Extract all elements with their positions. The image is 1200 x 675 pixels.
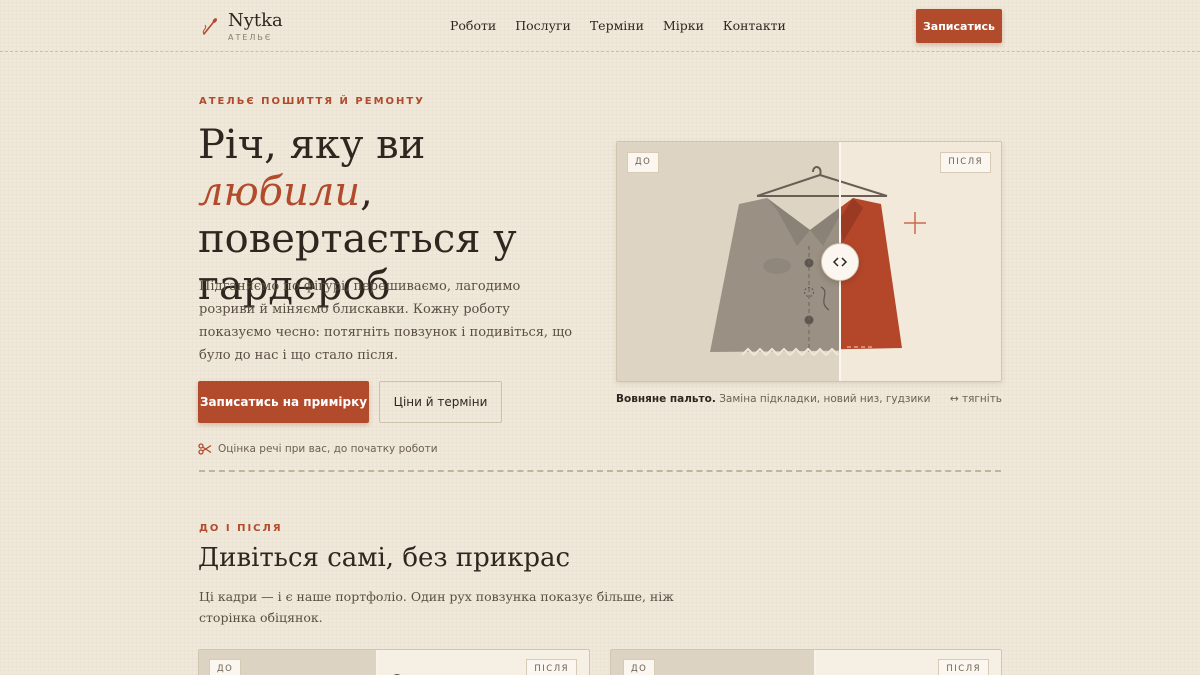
dashed-divider bbox=[199, 470, 1001, 472]
main-nav: Роботи Послуги Терміни Мірки Контакти bbox=[450, 18, 786, 33]
book-fitting-button[interactable]: Записатись на примірку bbox=[198, 381, 369, 423]
prices-terms-button[interactable]: Ціни й терміни bbox=[379, 381, 502, 423]
portfolio-card-1[interactable]: ДО ПІСЛЯ bbox=[198, 649, 590, 675]
site-header: Nytka АТЕЛЬЄ Роботи Послуги Терміни Мірк… bbox=[0, 0, 1200, 52]
coat-illustration bbox=[617, 142, 1001, 381]
before-label: ДО bbox=[627, 152, 660, 173]
section-description: Ці кадри — і є наше портфоліо. Один рух … bbox=[199, 589, 674, 625]
after-label: ПІСЛЯ bbox=[526, 659, 577, 675]
split-line bbox=[814, 650, 816, 675]
needle-thread-icon bbox=[202, 18, 217, 35]
nav-link-measurements[interactable]: Мірки bbox=[663, 18, 704, 33]
header-book-button[interactable]: Записатись bbox=[916, 9, 1002, 43]
logo-subtitle: АТЕЛЬЄ bbox=[228, 33, 273, 42]
hero-title-accent: любили bbox=[198, 169, 361, 215]
after-label: ПІСЛЯ bbox=[940, 152, 991, 173]
logo[interactable]: Nytka АТЕЛЬЄ bbox=[200, 11, 283, 42]
assessment-hint: Оцінка речі при вас, до початку роботи bbox=[198, 443, 438, 455]
hero-eyebrow: АТЕЛЬЄ ПОШИТТЯ Й РЕМОНТУ bbox=[199, 96, 425, 107]
split-line bbox=[376, 650, 378, 675]
caption-details: Заміна підкладки, новий низ, гудзики bbox=[715, 393, 931, 405]
before-after-slider[interactable]: ДО ПІСЛЯ bbox=[616, 141, 1002, 382]
compare-caption: Вовняне пальто. Заміна підкладки, новий … bbox=[616, 393, 1002, 405]
slider-handle[interactable] bbox=[821, 243, 859, 281]
chevrons-left-right-icon bbox=[832, 257, 848, 267]
nav-link-contacts[interactable]: Контакти bbox=[723, 18, 786, 33]
logo-name: Nytka bbox=[228, 10, 283, 31]
before-label: ДО bbox=[209, 659, 242, 675]
caption-text: Вовняне пальто. Заміна підкладки, новий … bbox=[616, 393, 930, 405]
caption-item: Вовняне пальто. bbox=[616, 393, 716, 405]
hero-description: Підганяємо по фігурі, перешиваємо, лагод… bbox=[199, 279, 573, 363]
drag-hint: ↔ тягніть bbox=[949, 393, 1002, 405]
section-title: Дивіться самі, без прикрас bbox=[198, 543, 571, 573]
nav-link-works[interactable]: Роботи bbox=[450, 18, 496, 33]
scissors-icon bbox=[198, 443, 212, 455]
nav-link-terms[interactable]: Терміни bbox=[590, 18, 644, 33]
nav-link-services[interactable]: Послуги bbox=[515, 18, 571, 33]
section-eyebrow: ДО І ПІСЛЯ bbox=[199, 523, 283, 534]
after-label: ПІСЛЯ bbox=[938, 659, 989, 675]
hero-title-start: Річ, яку ви bbox=[198, 122, 426, 168]
hint-text: Оцінка речі при вас, до початку роботи bbox=[218, 443, 438, 455]
portfolio-card-2[interactable]: ДО ПІСЛЯ bbox=[610, 649, 1002, 675]
before-label: ДО bbox=[623, 659, 656, 675]
